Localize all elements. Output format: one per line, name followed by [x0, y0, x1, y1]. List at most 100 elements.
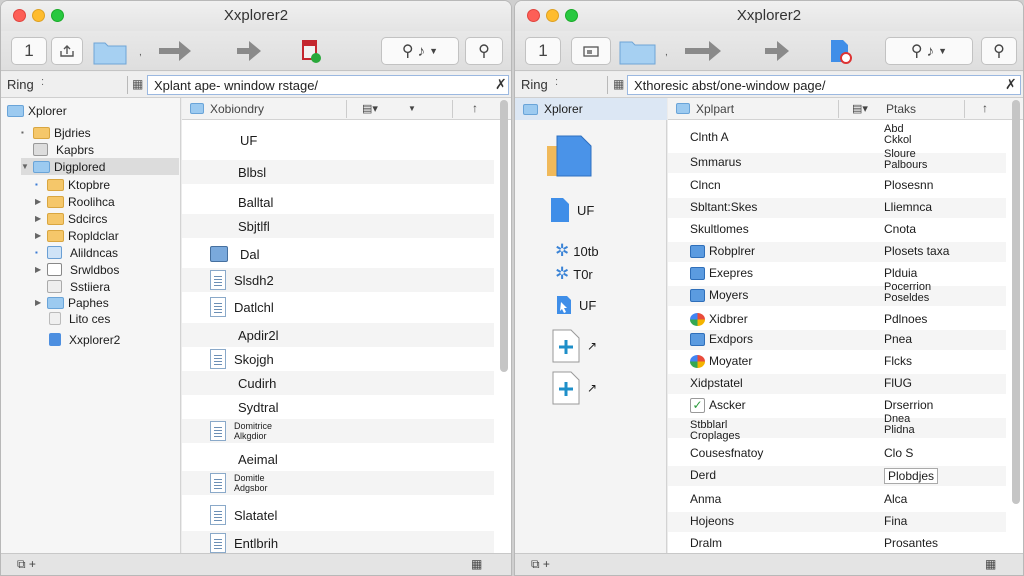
pane-number-button[interactable]: 1	[11, 37, 47, 65]
forward-arrow-button[interactable]	[683, 37, 723, 65]
add-pane-icon[interactable]: ⧉ +	[17, 557, 36, 572]
detail-row[interactable]: ✓ Ascker Drserrion	[668, 396, 1006, 416]
file-row[interactable]: Datlchl	[182, 295, 494, 319]
tree-item[interactable]: ▪ Ktopbre	[35, 176, 110, 193]
column-second[interactable]: Ptaks	[886, 102, 916, 116]
go-button[interactable]	[233, 37, 265, 65]
file-row[interactable]: Apdir2l	[182, 323, 494, 347]
tree-item[interactable]: Lito ces	[49, 310, 110, 327]
file-row[interactable]: Aeimal	[182, 447, 494, 471]
address-field[interactable]: Xplant ape- wnindow rstage/	[147, 75, 509, 95]
search-button[interactable]: ⚲	[465, 37, 503, 65]
detail-row[interactable]: Smmarus Sloure Palbours	[668, 149, 1006, 173]
forward-arrow-button[interactable]	[157, 37, 193, 65]
file-row[interactable]: Slatatel	[182, 503, 494, 527]
tree-item[interactable]: Kapbrs	[21, 141, 94, 158]
app-button[interactable]	[299, 37, 323, 65]
search-button[interactable]: ⚲	[981, 37, 1017, 65]
shortcut-item[interactable]: UF	[549, 196, 594, 224]
expander-icon[interactable]: ▶	[35, 265, 43, 274]
folder-button[interactable]	[619, 37, 657, 65]
detail-row[interactable]: Dralm Prosantes	[668, 534, 1006, 554]
tree-item[interactable]: Xxplorer2	[49, 331, 120, 348]
file-row[interactable]: Dal	[182, 242, 494, 266]
detail-row[interactable]: Cousesfnatoy Clo S	[668, 444, 1006, 464]
expander-icon[interactable]: ▼	[21, 162, 29, 171]
column-name[interactable]: Xobiondry	[210, 102, 264, 116]
clear-path-icon[interactable]: ✗	[1005, 76, 1017, 93]
tree-item-selected[interactable]: ▼ Digplored	[21, 158, 179, 175]
add-pane-icon[interactable]: ⧉ +	[531, 557, 550, 572]
detail-row[interactable]: Anma Alca	[668, 490, 1006, 510]
file-row[interactable]: Blbsl	[182, 160, 494, 184]
sort-up-icon[interactable]: ↑	[982, 101, 988, 115]
tree-item[interactable]: ▶ Roolihca	[35, 193, 115, 210]
go-button[interactable]	[761, 37, 793, 65]
detail-row[interactable]: Sbltant:Skes Lliemnca	[668, 198, 1006, 218]
shortcut-item[interactable]: ✲ T0r	[555, 264, 593, 284]
folder-button[interactable]	[93, 37, 127, 65]
search-filter-dropdown[interactable]: ⚲ ♪ ▼	[885, 37, 973, 65]
detail-row[interactable]: Moyers Pocerrion Poseldes	[668, 282, 1006, 306]
tree-item[interactable]: ▪ Bjdries	[21, 124, 91, 141]
detail-row[interactable]: Robplrer Plosets taxa	[668, 242, 1006, 262]
column-name[interactable]: Xplpart	[696, 102, 734, 116]
address-field[interactable]: Xthoresic abst/one-window page/	[627, 75, 1021, 95]
file-row[interactable]: Sydtral	[182, 395, 494, 419]
detail-row[interactable]: Stbblarl Croplages Dnea Plidna	[668, 414, 1006, 442]
view-mode-icon[interactable]: ▤▾	[852, 102, 868, 115]
title-bar[interactable]: Xxplorer2	[515, 1, 1023, 31]
chevron-down-icon[interactable]: ▼	[408, 104, 416, 113]
expander-icon[interactable]: ▪	[21, 128, 29, 137]
shortcut-item[interactable]: ↗	[551, 328, 597, 364]
expander-icon[interactable]: ▶	[35, 298, 43, 307]
shortcut-item[interactable]: UF	[555, 294, 596, 316]
scrollbar[interactable]	[500, 100, 508, 372]
file-row[interactable]: Entlbrih	[182, 531, 494, 555]
tree-item[interactable]: ▶ Paphes	[35, 294, 109, 311]
scrollbar[interactable]	[1012, 100, 1020, 504]
detail-row[interactable]: Hojeons Fina	[668, 512, 1006, 532]
file-row[interactable]: Balltal	[182, 190, 494, 214]
clear-path-icon[interactable]: ✗	[495, 76, 507, 93]
expander-icon[interactable]: ▪	[35, 248, 43, 257]
expander-icon[interactable]: ▶	[35, 231, 43, 240]
pane-number-button[interactable]: 1	[525, 37, 561, 65]
detail-row[interactable]: Moyater Flcks	[668, 352, 1006, 372]
tree-item[interactable]: ▪ Alildncas	[35, 244, 118, 261]
file-row[interactable]: UF	[182, 128, 494, 152]
sort-up-icon[interactable]: ↑	[472, 101, 478, 115]
tree-item-root[interactable]: Xplorer	[7, 102, 67, 119]
expander-icon[interactable]: ▪	[35, 180, 43, 189]
tree-item[interactable]: Sstiiera	[35, 278, 110, 295]
detail-row[interactable]: Derd Plobdjes	[668, 466, 1006, 486]
grid-icon[interactable]: ▦	[985, 557, 996, 571]
view-mode-icon[interactable]: ▤▾	[362, 102, 378, 115]
shortcut-item[interactable]: ✲ 10tb	[555, 241, 599, 261]
tree-item[interactable]: ▶ Srwldbos	[35, 261, 119, 278]
title-bar[interactable]: Xxplorer2	[1, 1, 511, 31]
shortcut-item[interactable]: ↗	[551, 370, 597, 406]
file-row[interactable]: Cudirh	[182, 371, 494, 395]
detail-row[interactable]: Xidpstatel FlUG	[668, 374, 1006, 394]
file-row[interactable]: Slsdh2	[182, 268, 494, 292]
upload-button[interactable]	[51, 37, 83, 65]
expander-icon[interactable]: ▶	[35, 214, 43, 223]
detail-row[interactable]: Exdpors Pnea	[668, 330, 1006, 350]
detail-row[interactable]: Xidbrer Pdlnoes	[668, 310, 1006, 330]
detail-row[interactable]: Exepres Plduia	[668, 264, 1006, 284]
grid-icon[interactable]: ▦	[471, 557, 482, 571]
file-row[interactable]: Domitrice Alkgdior	[182, 419, 494, 443]
tree-item[interactable]: ▶ Sdcircs	[35, 210, 107, 227]
app-button[interactable]	[827, 37, 855, 65]
file-row[interactable]: Sbjtlfl	[182, 214, 494, 238]
search-filter-dropdown[interactable]: ⚲ ♪ ▼	[381, 37, 459, 65]
detail-row[interactable]: Clncn Plosesnn	[668, 176, 1006, 196]
tree-item[interactable]: ▶ Ropldclar	[35, 227, 119, 244]
expander-icon[interactable]: ▶	[35, 197, 43, 206]
detail-row[interactable]: Skultlomes Cnota	[668, 220, 1006, 240]
file-row[interactable]: Skojgh	[182, 347, 494, 371]
file-row[interactable]: Domitle Adgsbor	[182, 471, 494, 495]
pane-title[interactable]: Xplorer	[515, 98, 667, 120]
tray-button[interactable]	[571, 37, 611, 65]
